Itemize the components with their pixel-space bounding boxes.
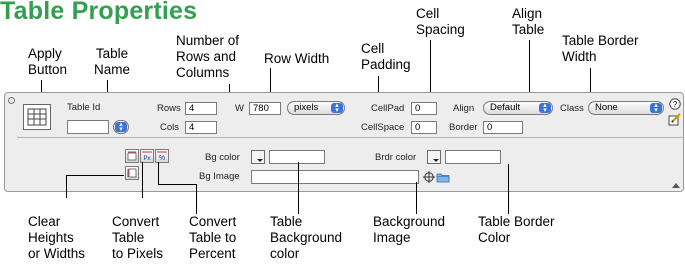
clear-heights-widths-icon: [127, 151, 137, 161]
expander-arrow-icon[interactable]: [672, 183, 680, 188]
width-field[interactable]: 780: [249, 102, 281, 115]
convert-to-pixels-icon: Px: [142, 151, 152, 162]
callout-table-border-width: Table Border Width: [562, 33, 639, 64]
convert-to-percent-button[interactable]: %: [155, 149, 169, 163]
convert-to-pixels-button[interactable]: Px: [140, 149, 154, 163]
brdr-color-field[interactable]: [445, 150, 501, 164]
table-id-field[interactable]: [67, 120, 109, 134]
class-select[interactable]: None ▴ ▾: [588, 101, 664, 115]
svg-text:%: %: [159, 155, 165, 162]
brdr-color-label: Brdr color: [375, 152, 417, 163]
edit-icon[interactable]: [668, 112, 682, 126]
rows-field[interactable]: 4: [185, 102, 217, 115]
callout-table-background-color: Table Background color: [270, 214, 343, 261]
table-icon: [27, 108, 47, 126]
apply-button[interactable]: [23, 104, 51, 130]
chevron-down-icon: ▴ ▾: [115, 121, 127, 133]
chevron-down-icon: ▴ ▾: [539, 102, 551, 114]
table-id-dropdown[interactable]: ▴ ▾: [113, 120, 129, 134]
callout-align-table: Align Table: [512, 6, 545, 37]
clear-heights-widths-icon: [127, 168, 137, 178]
bg-color-swatch[interactable]: [251, 150, 265, 164]
class-value: None: [595, 102, 618, 113]
callout-convert-to-percent: Convert Table to Percent: [189, 214, 237, 261]
rows-label: Rows: [157, 103, 181, 114]
border-label: Border: [449, 122, 478, 133]
callout-row-width: Row Width: [264, 51, 330, 66]
width-label: W: [235, 103, 244, 114]
callout-cell-spacing: Cell Spacing: [416, 6, 465, 37]
class-label: Class: [560, 103, 584, 114]
callout-convert-to-pixels: Convert Table to Pixels: [112, 214, 164, 261]
width-unit-value: pixels: [294, 102, 319, 113]
bg-color-label: Bg color: [205, 152, 240, 163]
cellpad-label: CellPad: [371, 103, 405, 114]
callout-cell-padding: Cell Padding: [361, 41, 411, 72]
svg-text:?: ?: [673, 100, 678, 109]
bg-image-field[interactable]: [251, 170, 419, 184]
table-id-label: Table Id: [67, 102, 101, 113]
brdr-color-swatch[interactable]: [427, 150, 441, 164]
cols-field[interactable]: 4: [185, 121, 217, 134]
align-value: Default: [490, 102, 521, 113]
callout-background-image: Background Image: [373, 214, 446, 245]
table-property-inspector: Table Id ▴ ▾ Rows 4 Cols 4 W 780 pixels ▴…: [4, 92, 684, 192]
bg-color-field[interactable]: [269, 150, 325, 164]
cols-label: Cols: [160, 122, 180, 133]
width-unit-select[interactable]: pixels ▴ ▾: [287, 101, 345, 115]
chevron-down-icon: ▴ ▾: [331, 102, 343, 114]
callout-apply-button: Apply Button: [28, 46, 68, 77]
callout-clear-heights-widths: Clear Heights or Widths: [28, 214, 86, 261]
clear-column-widths-button[interactable]: [125, 166, 139, 180]
folder-icon[interactable]: [436, 171, 450, 183]
clear-row-heights-button[interactable]: [125, 149, 139, 163]
cellpad-field[interactable]: 0: [411, 102, 437, 115]
callout-table-border-color: Table Border Color: [478, 214, 555, 245]
cellspace-field[interactable]: 0: [411, 121, 437, 134]
page-title: Table Properties: [0, 0, 198, 25]
align-label: Align: [453, 103, 475, 114]
help-icon[interactable]: ?: [669, 98, 681, 110]
callout-table-name: Table Name: [93, 46, 130, 77]
cellspace-label: CellSpace: [361, 122, 405, 133]
chevron-down-icon: ▴ ▾: [650, 102, 662, 114]
svg-text:Px: Px: [143, 156, 150, 162]
bg-image-label: Bg Image: [199, 171, 240, 182]
align-select[interactable]: Default ▴ ▾: [483, 101, 553, 115]
callout-rows-columns: Number of Rows and Columns: [176, 33, 240, 80]
point-to-file-icon[interactable]: [423, 171, 435, 183]
convert-to-percent-icon: %: [157, 151, 167, 162]
border-field[interactable]: 0: [483, 121, 523, 134]
